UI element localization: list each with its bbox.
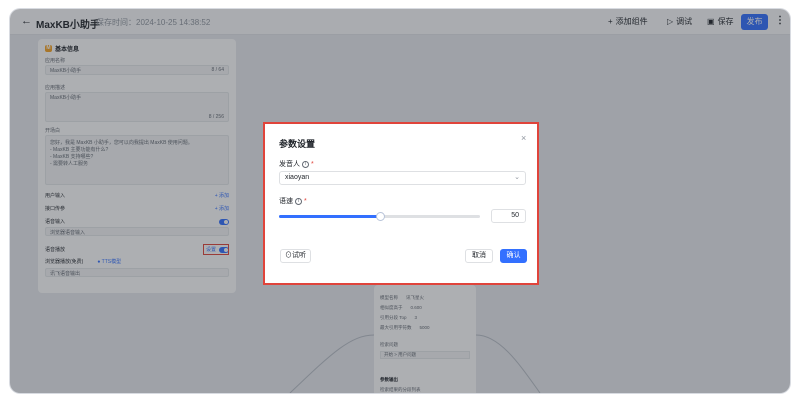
listen-button[interactable]: ⊙试听 [280,249,311,263]
speaker-label-row: 发音人 i * [279,159,314,169]
speaker-select[interactable]: xiaoyan ⌄ [279,171,526,185]
required-mark: * [311,160,314,168]
confirm-button[interactable]: 确认 [500,249,527,263]
modal-highlight-frame: 参数设置 × 发音人 i * xiaoyan ⌄ 语速 i * 50 ⊙试听 取… [263,122,539,285]
info-icon: i [295,197,302,205]
dialog-title: 参数设置 [279,139,316,149]
info-icon: i [302,160,309,168]
speaker-label: 发音人 [279,161,300,168]
speed-label: 语速 [279,198,293,205]
speed-slider-fill [279,215,380,218]
listen-label: 试听 [292,252,306,259]
speed-label-row: 语速 i * [279,196,307,206]
speaker-value: xiaoyan [285,174,310,181]
param-settings-dialog: 参数设置 × 发音人 i * xiaoyan ⌄ 语速 i * 50 ⊙试听 取… [265,124,537,283]
chevron-down-icon: ⌄ [514,174,520,181]
close-icon[interactable]: × [521,133,526,143]
speed-input[interactable]: 50 [491,209,526,223]
speed-slider-thumb[interactable] [375,212,385,221]
play-circle-icon: ⊙ [285,252,292,259]
required-mark: * [304,197,307,205]
speed-slider[interactable] [279,212,480,221]
cancel-button[interactable]: 取消 [465,249,493,263]
